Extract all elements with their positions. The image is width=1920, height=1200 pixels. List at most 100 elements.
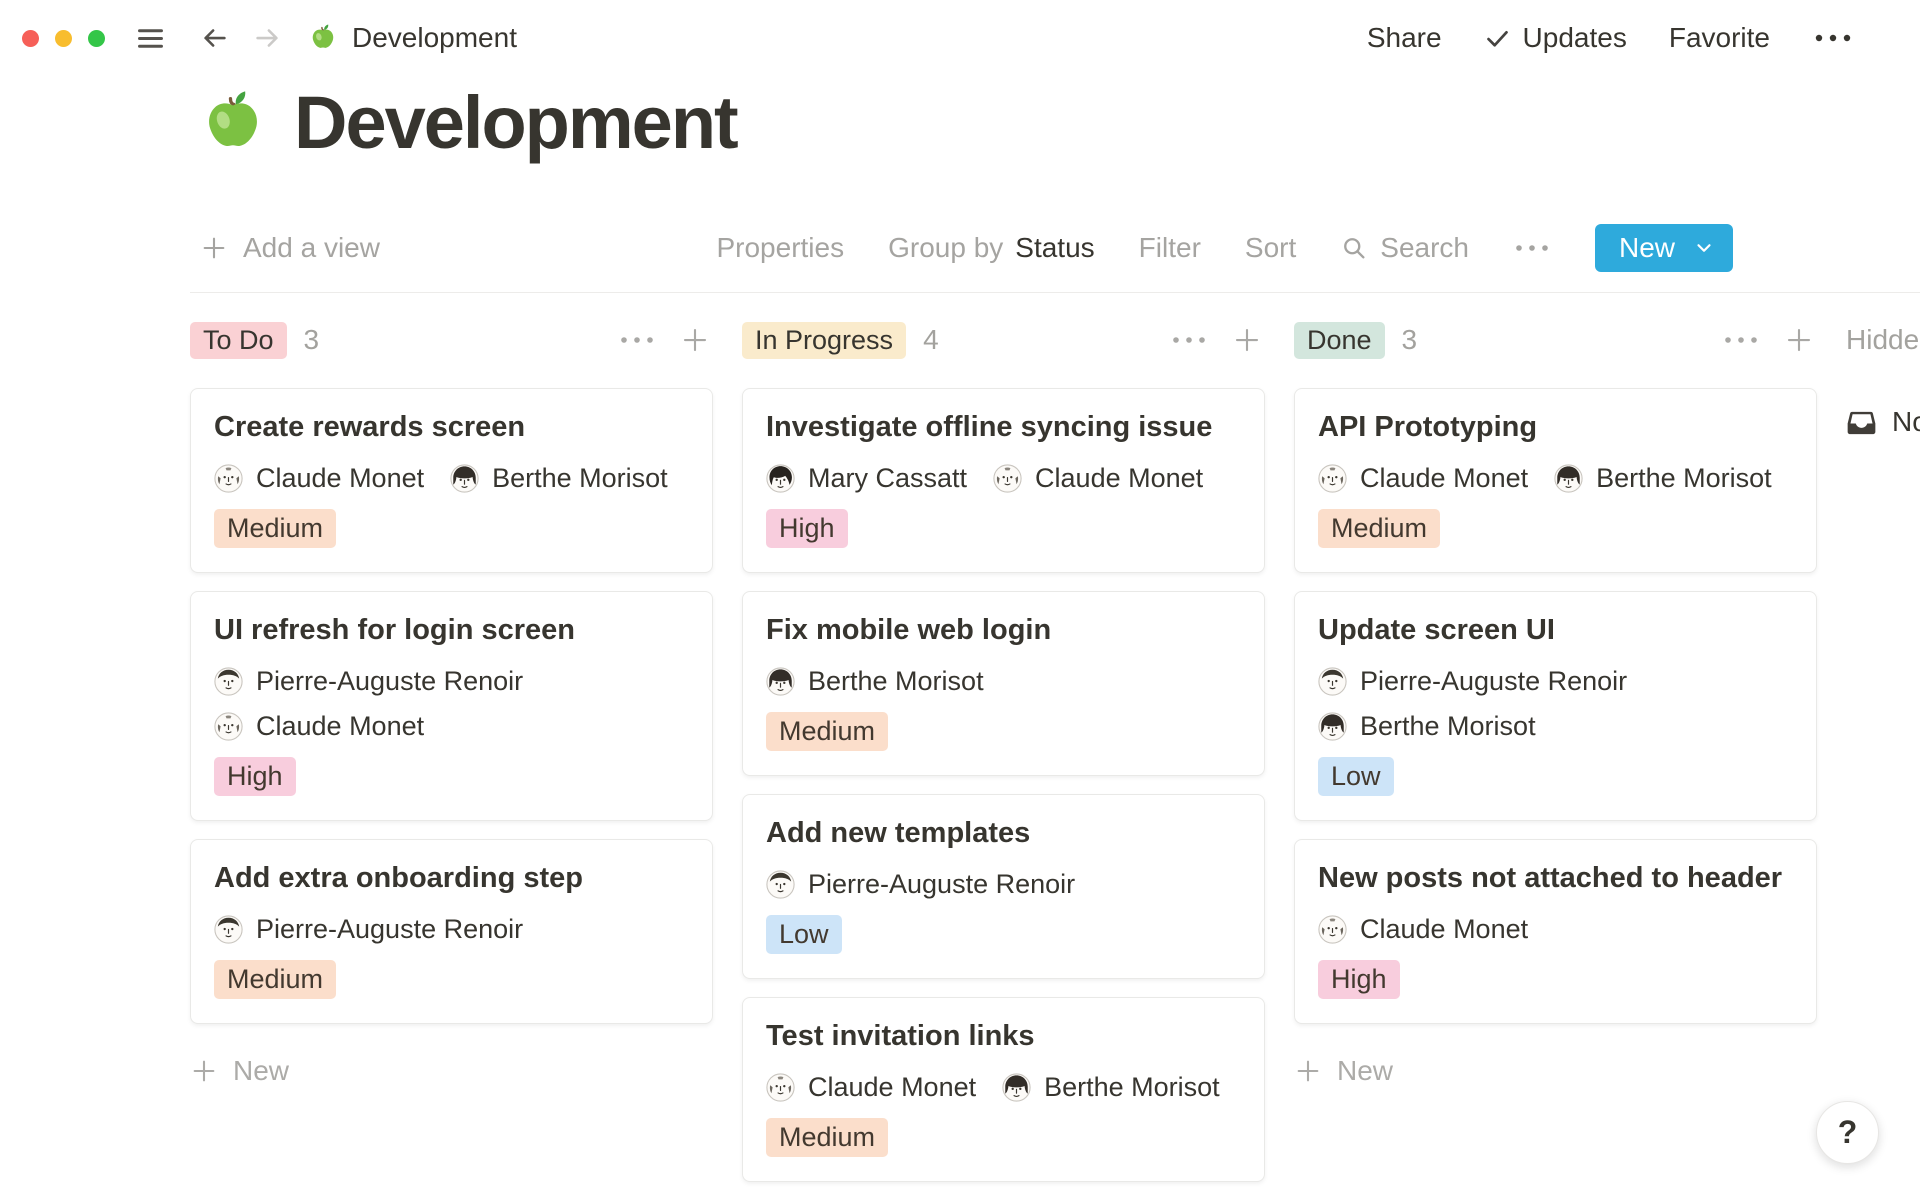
monet-avatar (1318, 464, 1347, 493)
column-more-icon[interactable] (1722, 334, 1760, 346)
column-add-icon[interactable] (680, 325, 710, 355)
column-count: 4 (923, 324, 939, 356)
window-more-icon[interactable] (1812, 31, 1854, 45)
kanban-card[interactable]: Add new templates Pierre-Auguste Renoir … (742, 794, 1265, 979)
assignee: Claude Monet (1318, 463, 1528, 494)
priority-badge: Low (766, 915, 842, 954)
check-icon (1484, 25, 1511, 52)
assignee-row: Claude MonetBerthe Morisot (1318, 463, 1793, 494)
assignee-name: Claude Monet (1360, 463, 1528, 494)
assignee: Pierre-Auguste Renoir (214, 666, 523, 697)
add-view-button[interactable]: Add a view (200, 232, 380, 264)
assignee: Mary Cassatt (766, 463, 967, 494)
zoom-window-button[interactable] (88, 30, 105, 47)
column-add-icon[interactable] (1232, 325, 1262, 355)
search-icon (1340, 234, 1368, 262)
priority-badge: High (214, 757, 296, 796)
column-header: In Progress 4 (742, 322, 1265, 358)
morisot-avatar (1002, 1073, 1031, 1102)
add-card-button[interactable]: New (1294, 1055, 1817, 1087)
hidden-column-no-status[interactable]: No Status (1846, 406, 1920, 438)
card-assignees: Pierre-Auguste Renoir Berthe Morisot (1318, 666, 1793, 742)
kanban-card[interactable]: UI refresh for login screen Pierre-Augus… (190, 591, 713, 821)
green-apple-icon[interactable] (198, 88, 268, 158)
updates-button[interactable]: Updates (1484, 22, 1627, 54)
priority-badge: Medium (1318, 509, 1440, 548)
card-assignees: Claude MonetBerthe Morisot (214, 463, 689, 494)
assignee-name: Claude Monet (256, 711, 424, 742)
close-window-button[interactable] (22, 30, 39, 47)
column-name-badge[interactable]: Done (1294, 322, 1385, 359)
assignee-name: Pierre-Auguste Renoir (256, 914, 523, 945)
assignee: Pierre-Auguste Renoir (1318, 666, 1627, 697)
breadcrumb[interactable]: Development (308, 22, 517, 54)
priority-badge: Medium (766, 712, 888, 751)
assignee-row: Pierre-Auguste Renoir (1318, 666, 1793, 697)
priority-badge: High (766, 509, 848, 548)
column-name-badge[interactable]: To Do (190, 322, 287, 359)
favorite-button[interactable]: Favorite (1669, 22, 1770, 54)
board-column: In Progress 4 Investigate offline syncin… (742, 322, 1265, 1182)
assignee-row: Claude MonetBerthe Morisot (766, 1072, 1241, 1103)
card-title: API Prototyping (1318, 410, 1793, 444)
kanban-card[interactable]: Update screen UI Pierre-Auguste Renoir Be… (1294, 591, 1817, 821)
properties-button[interactable]: Properties (716, 232, 844, 264)
assignee-name: Berthe Morisot (1360, 711, 1536, 742)
morisot-avatar (1554, 464, 1583, 493)
monet-avatar (1318, 915, 1347, 944)
card-title: Update screen UI (1318, 613, 1793, 647)
board-column: Done 3 API Prototyping Claude MonetBerth… (1294, 322, 1817, 1087)
kanban-card[interactable]: Fix mobile web login Berthe Morisot Medi… (742, 591, 1265, 776)
green-apple-icon (308, 23, 338, 53)
share-button[interactable]: Share (1367, 22, 1442, 54)
hidden-columns-section: Hidden columns No Status (1846, 322, 1920, 438)
assignee-name: Claude Monet (1360, 914, 1528, 945)
search-button[interactable]: Search (1340, 232, 1469, 264)
filter-button[interactable]: Filter (1139, 232, 1201, 264)
help-button[interactable]: ? (1816, 1101, 1879, 1164)
card-title: New posts not attached to header (1318, 861, 1793, 895)
column-header: Done 3 (1294, 322, 1817, 358)
forward-arrow-icon[interactable] (252, 23, 282, 53)
minimize-window-button[interactable] (55, 30, 72, 47)
group-by-button[interactable]: Group by Status (888, 232, 1095, 264)
kanban-card[interactable]: New posts not attached to header Claude … (1294, 839, 1817, 1024)
assignee-name: Berthe Morisot (1044, 1072, 1220, 1103)
kanban-card[interactable]: API Prototyping Claude MonetBerthe Moris… (1294, 388, 1817, 573)
kanban-card[interactable]: Investigate offline syncing issue Mary C… (742, 388, 1265, 573)
column-header: To Do 3 (190, 322, 713, 358)
column-add-icon[interactable] (1784, 325, 1814, 355)
column-cards: API Prototyping Claude MonetBerthe Moris… (1294, 388, 1817, 1024)
card-title: UI refresh for login screen (214, 613, 689, 647)
column-more-icon[interactable] (618, 334, 656, 346)
card-title: Add extra onboarding step (214, 861, 689, 895)
assignee-name: Pierre-Auguste Renoir (808, 869, 1075, 900)
monet-avatar (766, 1073, 795, 1102)
sort-button[interactable]: Sort (1245, 232, 1296, 264)
kanban-card[interactable]: Create rewards screen Claude MonetBerthe… (190, 388, 713, 573)
assignee-name: Mary Cassatt (808, 463, 967, 494)
priority-badge: Medium (214, 960, 336, 999)
column-more-icon[interactable] (1170, 334, 1208, 346)
kanban-card[interactable]: Add extra onboarding step Pierre-Auguste… (190, 839, 713, 1024)
assignee: Claude Monet (993, 463, 1203, 494)
column-name-badge[interactable]: In Progress (742, 322, 906, 359)
view-more-icon[interactable] (1513, 242, 1551, 254)
assignee-row: Claude MonetBerthe Morisot (214, 463, 689, 494)
assignee-row: Pierre-Auguste Renoir (214, 666, 689, 697)
window-title: Development (352, 22, 517, 54)
plus-icon (200, 234, 228, 262)
assignee: Claude Monet (214, 463, 424, 494)
menu-icon[interactable] (135, 23, 166, 54)
kanban-card[interactable]: Test invitation links Claude MonetBerthe… (742, 997, 1265, 1182)
back-arrow-icon[interactable] (200, 23, 230, 53)
assignee-name: Claude Monet (256, 463, 424, 494)
card-assignees: Pierre-Auguste Renoir Claude Monet (214, 666, 689, 742)
add-card-button[interactable]: New (190, 1055, 713, 1087)
plus-icon (1294, 1057, 1322, 1085)
assignee-row: Berthe Morisot (1318, 711, 1793, 742)
assignee-row: Claude Monet (214, 711, 689, 742)
monet-avatar (993, 464, 1022, 493)
assignee-row: Claude Monet (1318, 914, 1793, 945)
new-record-button[interactable]: New (1595, 224, 1733, 272)
